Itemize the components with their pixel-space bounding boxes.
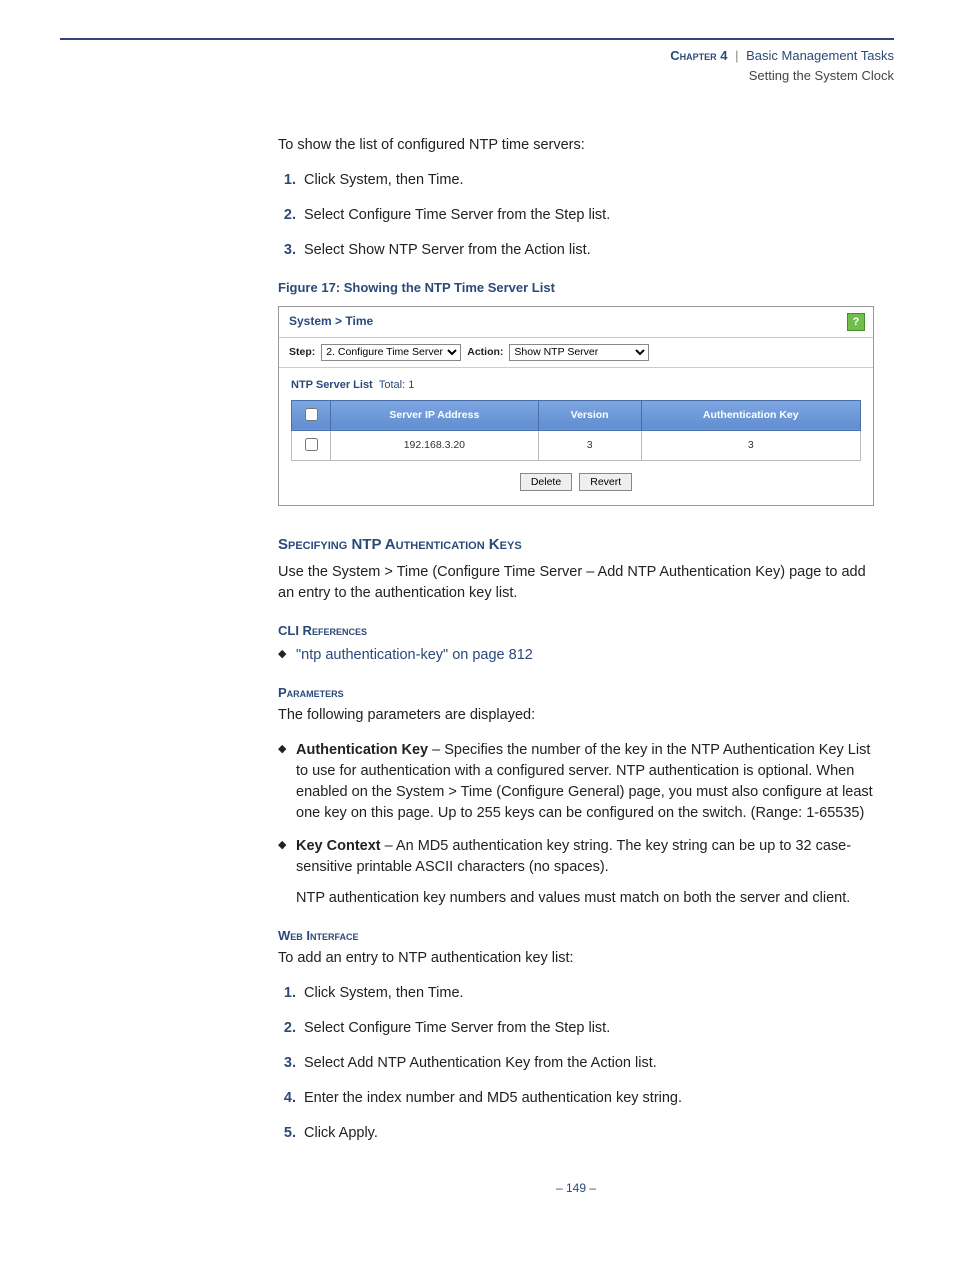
step-label: Step: [289,345,315,360]
screenshot-figure: System > Time ? Step: 2. Configure Time … [278,306,874,506]
cli-reference-item: "ntp authentication-key" on page 812 [296,645,874,666]
page-number: – 149 – [278,1180,874,1197]
web-interface-heading: Web Interface [278,927,874,946]
action-label: Action: [467,345,503,360]
step-item: Click System, then Time. [300,983,874,1004]
cli-reference-link[interactable]: "ntp authentication-key" on page 812 [296,647,533,663]
step-item: Select Configure Time Server from the St… [300,1018,874,1039]
step-item: Click System, then Time. [300,170,874,191]
cell-authkey: 3 [641,431,860,461]
step-item: Select Add NTP Authentication Key from t… [300,1053,874,1074]
list-title: NTP Server List Total: 1 [291,378,861,394]
web-intro: To add an entry to NTP authentication ke… [278,948,874,969]
parameter-item: Key Context – An MD5 authentication key … [296,836,874,909]
chapter-label: Chapter 4 [670,48,727,63]
step-item: Select Show NTP Server from the Action l… [300,240,874,261]
breadcrumb: System > Time [289,313,373,330]
param-name: Key Context [296,838,381,854]
param-extra: NTP authentication key numbers and value… [296,888,874,909]
table-row: 192.168.3.20 3 3 [292,431,861,461]
action-select[interactable]: Show NTP Server [509,344,649,361]
col-authkey: Authentication Key [641,400,860,430]
step-item: Click Apply. [300,1123,874,1144]
step-item: Enter the index number and MD5 authentic… [300,1088,874,1109]
figure-caption: Figure 17: Showing the NTP Time Server L… [278,279,874,298]
chapter-title: Basic Management Tasks [746,48,894,63]
col-server-ip: Server IP Address [331,400,539,430]
cli-references-heading: CLI References [278,622,874,641]
header-separator: | [735,48,738,63]
help-icon[interactable]: ? [847,313,865,331]
section-heading: Specifying NTP Authentication Keys [278,534,874,556]
revert-button[interactable]: Revert [579,473,632,491]
parameters-list: Authentication Key – Specifies the numbe… [278,740,874,909]
delete-button[interactable]: Delete [520,473,572,491]
chapter-subtitle: Setting the System Clock [60,66,894,86]
section-intro: Use the System > Time (Configure Time Se… [278,562,874,604]
select-all-header[interactable] [292,400,331,430]
col-version: Version [538,400,641,430]
row-checkbox[interactable] [305,438,318,451]
page-footer: – 149 – [278,1180,874,1227]
step-item: Select Configure Time Server from the St… [300,205,874,226]
select-all-checkbox[interactable] [305,408,318,421]
steps-list-1: Click System, then Time. Select Configur… [278,170,874,261]
ntp-server-table: Server IP Address Version Authentication… [291,400,861,461]
parameters-intro: The following parameters are displayed: [278,705,874,726]
cell-ip: 192.168.3.20 [331,431,539,461]
parameters-heading: Parameters [278,684,874,703]
page-header: Chapter 4 | Basic Management Tasks Setti… [60,38,894,85]
step-select[interactable]: 2. Configure Time Server [321,344,461,361]
cell-version: 3 [538,431,641,461]
intro-text: To show the list of configured NTP time … [278,135,874,156]
param-name: Authentication Key [296,742,428,758]
steps-list-2: Click System, then Time. Select Configur… [278,983,874,1144]
parameter-item: Authentication Key – Specifies the numbe… [296,740,874,824]
